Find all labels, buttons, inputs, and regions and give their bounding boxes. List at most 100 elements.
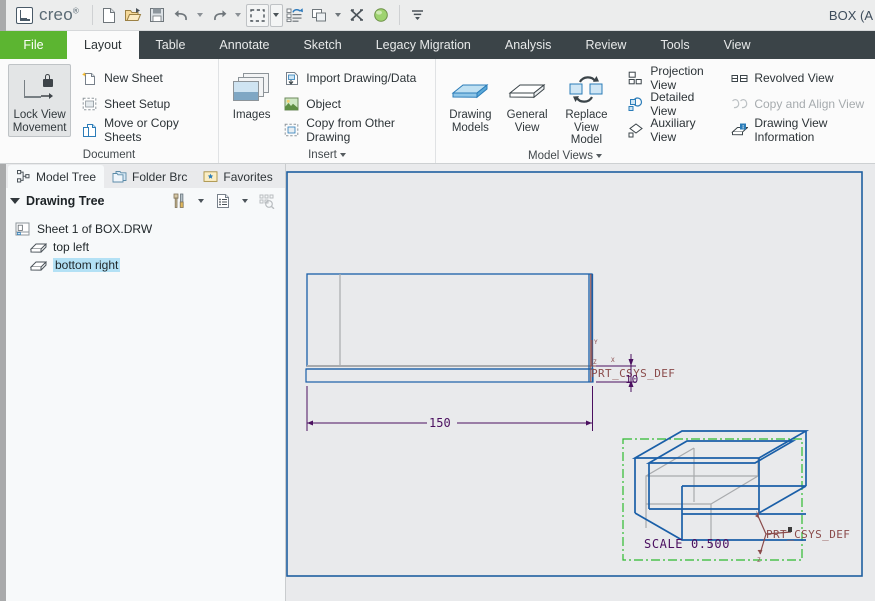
tab-layout[interactable]: Layout	[67, 31, 139, 59]
navigator-tabs: Model Tree Folder Brc Favorites	[0, 164, 285, 188]
tab-annotate[interactable]: Annotate	[202, 31, 286, 59]
replace-view-model-button[interactable]: Replace View Model	[556, 64, 618, 150]
new-sheet-button[interactable]: New Sheet	[77, 66, 212, 90]
save-icon[interactable]	[146, 4, 169, 27]
creo-wordmark: creo®	[39, 5, 79, 25]
images-icon	[233, 69, 271, 109]
general-view-label-2: View	[515, 122, 540, 135]
settings-hammer-icon[interactable]	[169, 191, 189, 211]
tab-table[interactable]: Table	[139, 31, 203, 59]
sheet-border	[287, 172, 862, 576]
group-title-model-views[interactable]: Model Views	[436, 150, 875, 164]
import-drawing-data-label: Import Drawing/Data	[306, 71, 416, 85]
insert-group-dropdown-icon[interactable]	[340, 153, 346, 157]
tree-item-sheet-label: Sheet 1 of BOX.DRW	[37, 222, 152, 236]
group-title-insert[interactable]: Insert	[219, 146, 435, 163]
sheet-setup-button[interactable]: Sheet Setup	[77, 92, 212, 116]
group-title-document-label: Document	[83, 149, 135, 161]
model-views-group-dropdown-icon[interactable]	[596, 154, 602, 158]
window-dropdown-icon[interactable]	[332, 4, 345, 27]
projection-view-icon	[627, 70, 644, 87]
tab-sketch[interactable]: Sketch	[286, 31, 358, 59]
object-button[interactable]: Object	[279, 92, 429, 116]
creo-application-window: creo®	[0, 0, 875, 601]
copy-from-other-drawing-button[interactable]: Copy from Other Drawing	[279, 118, 429, 142]
dimension-150[interactable]: 150	[307, 386, 593, 431]
appearance-icon[interactable]	[370, 4, 393, 27]
selection-filter-dropdown-icon[interactable]	[270, 4, 283, 27]
navigator-tab-model-tree[interactable]: Model Tree	[8, 165, 104, 188]
general-view-icon	[507, 69, 547, 109]
window-icon[interactable]	[308, 4, 331, 27]
favorites-icon	[203, 169, 218, 184]
tree-item-sheet[interactable]: Sheet 1 of BOX.DRW	[0, 220, 285, 238]
detailed-view-button[interactable]: Detailed View	[623, 92, 719, 116]
tree-toolbar	[169, 191, 277, 211]
replace-view-model-icon	[566, 69, 606, 109]
main-area: Model Tree Folder Brc Favorites D	[0, 164, 875, 601]
toolbar-separator-2	[399, 5, 400, 25]
revolved-view-button[interactable]: Revolved View	[727, 66, 869, 90]
replace-view-model-label-2: View Model	[559, 122, 615, 147]
model-tree-icon	[16, 169, 31, 184]
regenerate-icon[interactable]	[284, 4, 307, 27]
tree-columns-icon[interactable]	[213, 191, 233, 211]
drawing-view-information-button[interactable]: Drawing View Information	[727, 118, 869, 142]
copy-from-other-drawing-icon	[283, 122, 300, 139]
tab-legacy-migration[interactable]: Legacy Migration	[359, 31, 488, 59]
drawing-models-button[interactable]: Drawing Models	[442, 64, 499, 137]
model-views-commands-col1: Projection View Detailed View Auxiliary …	[623, 64, 719, 142]
tab-file[interactable]: File	[0, 31, 67, 59]
drawing-view-bottom-right[interactable]: Y Z PRT_CSYS_DEF SCALE 0.500	[623, 431, 850, 564]
new-sheet-icon	[81, 70, 98, 87]
tab-analysis[interactable]: Analysis	[488, 31, 569, 59]
redo-dropdown-icon[interactable]	[232, 4, 245, 27]
import-drawing-data-button[interactable]: Import Drawing/Data	[279, 66, 429, 90]
projection-view-button[interactable]: Projection View	[623, 66, 719, 90]
redo-icon[interactable]	[208, 4, 231, 27]
tree-columns-dropdown-icon[interactable]	[235, 191, 255, 211]
csys-axis-label-z: Z	[593, 359, 597, 366]
drawing-view-top-left[interactable]: Y Z X PRT_CSYS_DEF 10	[306, 274, 675, 431]
tab-tools[interactable]: Tools	[643, 31, 706, 59]
close-window-icon[interactable]	[346, 4, 369, 27]
ribbon-panel: Lock View Movement New Sheet She	[0, 59, 875, 164]
ribbon-group-model-views: Drawing Models General View	[435, 59, 875, 163]
drawing-models-label-1: Drawing	[449, 109, 491, 122]
copy-from-other-drawing-label: Copy from Other Drawing	[306, 116, 425, 144]
auxiliary-view-button[interactable]: Auxiliary View	[623, 118, 719, 142]
dimension-value-150: 150	[429, 416, 451, 430]
tab-review[interactable]: Review	[568, 31, 643, 59]
sheet-setup-label: Sheet Setup	[104, 97, 170, 111]
tree-item-bottom-right[interactable]: bottom right	[0, 256, 285, 274]
drawing-canvas[interactable]: Y Z X PRT_CSYS_DEF 10	[286, 164, 875, 601]
csys-bottom-right[interactable]: Y Z PRT_CSYS_DEF	[755, 511, 850, 564]
tab-view[interactable]: View	[707, 31, 768, 59]
general-view-button[interactable]: General View	[499, 64, 556, 137]
lock-view-movement-label-2: Movement	[13, 122, 67, 135]
scale-label: SCALE 0.500	[644, 537, 730, 551]
undo-icon[interactable]	[170, 4, 193, 27]
qat-overflow-icon[interactable]	[406, 4, 429, 27]
images-button[interactable]: Images	[228, 64, 275, 125]
undo-dropdown-icon[interactable]	[194, 4, 207, 27]
drawing-tree-header: Drawing Tree	[0, 188, 285, 214]
dimension-value-10: 10	[625, 373, 638, 386]
copy-and-align-view-label: Copy and Align View	[754, 97, 864, 111]
tree-item-top-left[interactable]: top left	[0, 238, 285, 256]
navigator-tab-folder-browser-label: Folder Brc	[132, 170, 187, 184]
selection-box-icon[interactable]	[246, 4, 269, 27]
open-file-icon[interactable]	[122, 4, 145, 27]
navigator-tab-favorites[interactable]: Favorites	[195, 165, 280, 188]
navigator-tab-folder-browser[interactable]: Folder Brc	[104, 165, 195, 188]
tree-collapse-icon[interactable]	[10, 198, 20, 204]
auxiliary-view-icon	[627, 122, 644, 139]
navigator-grip[interactable]	[0, 164, 6, 601]
sheet-icon	[14, 222, 31, 237]
tree-settings-dropdown-icon[interactable]	[191, 191, 211, 211]
move-or-copy-sheets-button[interactable]: Move or Copy Sheets	[77, 118, 212, 142]
toolbar-separator	[92, 5, 93, 25]
lock-view-movement-button[interactable]: Lock View Movement	[8, 64, 71, 137]
new-file-icon[interactable]	[98, 4, 121, 27]
base-band	[306, 369, 593, 382]
